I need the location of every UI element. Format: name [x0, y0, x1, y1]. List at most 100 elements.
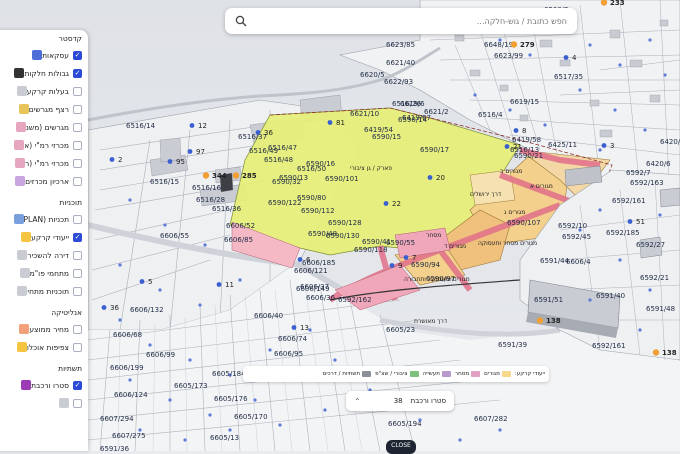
transaction-marker-dot[interactable] — [427, 175, 433, 180]
transaction-count-label[interactable]: 97 — [196, 148, 205, 156]
parcel-number-label: 6590/122 — [268, 199, 302, 207]
transaction-marker-dot[interactable] — [504, 144, 510, 149]
panel-section-header[interactable]: תוכניות⌃ — [0, 194, 88, 210]
transaction-marker-dot[interactable] — [167, 159, 173, 164]
search-bar[interactable] — [225, 8, 577, 34]
transaction-marker-dot[interactable] — [513, 128, 519, 133]
transaction-marker-dot[interactable] — [232, 172, 240, 179]
layer-toggle-row[interactable]: מגרשים (משנ — [0, 118, 88, 136]
transaction-count-label[interactable]: 4 — [572, 54, 577, 62]
layer-checkbox[interactable] — [73, 324, 82, 334]
bottom-action-button[interactable]: CLOSE — [386, 440, 416, 454]
transaction-marker-dot[interactable] — [139, 279, 145, 284]
layer-toggle-row[interactable]: רצף מגרשים — [0, 100, 88, 118]
transaction-count-label[interactable]: 2 — [118, 156, 122, 164]
transaction-count-label[interactable]: 36 — [264, 129, 273, 137]
search-icon[interactable] — [231, 11, 251, 31]
transaction-marker-dot[interactable] — [563, 55, 569, 60]
panel-section-header[interactable]: תשתיות⌃ — [0, 360, 88, 376]
layer-toggle-row[interactable]: ✓ עסקאות — [0, 46, 88, 64]
transaction-count-label[interactable]: 11 — [225, 281, 234, 289]
transaction-count-label[interactable]: 95 — [176, 158, 185, 166]
transaction-count-label[interactable]: 7 — [412, 254, 416, 262]
transaction-count-label[interactable]: 22 — [392, 200, 401, 208]
layer-checkbox[interactable] — [73, 104, 82, 114]
layer-toggle-row[interactable]: ✓ גבולות חלקות — [0, 64, 88, 82]
layer-checkbox[interactable] — [73, 398, 82, 408]
layer-toggle-row[interactable]: מכרזי רמ"י (א — [0, 136, 88, 154]
transaction-marker-dot[interactable] — [536, 317, 544, 324]
transaction-count-label[interactable]: 51 — [636, 218, 645, 226]
transaction-marker-dot[interactable] — [216, 282, 222, 287]
chevron-up-icon[interactable]: ⌃ — [354, 397, 361, 406]
layer-checkbox[interactable]: ✓ — [73, 50, 82, 60]
layer-checkbox[interactable]: ✓ — [73, 232, 82, 242]
transaction-marker-dot[interactable] — [101, 305, 107, 310]
layer-toggle-row[interactable]: מכרזי רמ"י (ר — [0, 154, 88, 172]
panel-section-header[interactable]: קדסטר⌃ — [0, 30, 88, 46]
layer-selector[interactable]: סטרו ורכבת 38 ⌃ — [346, 391, 454, 411]
parcel-number-label: 6590/118 — [354, 246, 388, 254]
layer-checkbox[interactable] — [73, 342, 82, 352]
layer-toggle-row[interactable]: בעלות קרקע — [0, 82, 88, 100]
transaction-marker-dot[interactable] — [389, 263, 395, 268]
transaction-count-label[interactable]: 8 — [522, 127, 526, 135]
transaction-marker-dot[interactable] — [627, 219, 633, 224]
layer-toggle-row[interactable]: תוכניות מתחי — [0, 282, 88, 300]
layer-checkbox[interactable] — [73, 122, 82, 132]
layer-swatch-icon — [19, 324, 30, 334]
panel-section-header[interactable]: אנליטיקה⌃ — [0, 304, 88, 320]
transaction-count-label[interactable]: 279 — [520, 41, 535, 49]
layer-toggle-row[interactable]: תכניות (PLAN — [0, 210, 88, 228]
transaction-count-label[interactable]: 12 — [198, 122, 207, 130]
transaction-marker-dot[interactable] — [187, 149, 193, 154]
transaction-count-label[interactable]: 3 — [610, 142, 614, 150]
layer-checkbox[interactable] — [73, 250, 82, 260]
layer-checkbox[interactable]: ✓ — [73, 380, 82, 390]
transaction-count-label[interactable]: 233 — [610, 0, 625, 7]
layer-checkbox[interactable] — [73, 286, 82, 296]
map-canvas[interactable]: 6648/196621/786648/406500/26623/856621/4… — [0, 0, 680, 451]
transaction-count-label[interactable]: 36 — [110, 304, 119, 312]
transaction-count-label[interactable]: 6 — [306, 256, 311, 264]
layer-checkbox[interactable] — [73, 140, 82, 150]
transaction-marker-dot[interactable] — [327, 120, 333, 125]
layer-checkbox[interactable]: ✓ — [73, 68, 82, 78]
transaction-marker-dot[interactable] — [403, 255, 409, 260]
transaction-marker-dot[interactable] — [383, 201, 389, 206]
layer-checkbox[interactable] — [73, 214, 82, 224]
transaction-count-label[interactable]: 138 — [662, 349, 677, 357]
transaction-count-label[interactable]: 81 — [336, 119, 345, 127]
transaction-marker-dot[interactable] — [189, 123, 195, 128]
transaction-count-label[interactable]: 21 — [513, 143, 522, 151]
transaction-marker-dot[interactable] — [652, 349, 660, 356]
layer-checkbox[interactable] — [73, 158, 82, 168]
transaction-count-label[interactable]: 138 — [546, 317, 561, 325]
transaction-marker-dot[interactable] — [255, 130, 261, 135]
transaction-marker-dot[interactable] — [202, 172, 210, 179]
layer-toggle-row[interactable] — [0, 394, 88, 412]
transaction-count-label[interactable]: 20 — [436, 174, 445, 182]
search-input[interactable] — [251, 9, 577, 33]
layer-toggle-row[interactable]: צפיפות אוכלו — [0, 338, 88, 356]
transaction-count-label[interactable]: 9 — [398, 262, 402, 270]
transaction-marker-dot[interactable] — [109, 157, 115, 162]
layer-toggle-row[interactable]: מתחמי פו"מ — [0, 264, 88, 282]
layer-toggle-row[interactable]: ✓ ייעודי קרקע — [0, 228, 88, 246]
parcel-number-label: 6516/26 — [392, 100, 422, 108]
layer-checkbox[interactable] — [73, 86, 82, 96]
layer-toggle-row[interactable]: ✓ סטרו ורכבת — [0, 376, 88, 394]
transaction-count-label[interactable]: 285 — [242, 172, 257, 180]
layer-toggle-row[interactable]: מחיר ממוצע — [0, 320, 88, 338]
layer-checkbox[interactable] — [73, 268, 82, 278]
layer-toggle-row[interactable]: דירה להשכיר — [0, 246, 88, 264]
transaction-marker-dot[interactable] — [510, 41, 518, 48]
transaction-marker-dot[interactable] — [297, 257, 303, 262]
transaction-marker-dot[interactable] — [601, 143, 607, 148]
transaction-count-label[interactable]: 5 — [148, 278, 152, 286]
transaction-count-label[interactable]: 344 — [212, 172, 227, 180]
transaction-count-label[interactable]: 13 — [300, 324, 309, 332]
layer-toggle-row[interactable]: ארכיון מכרזים — [0, 172, 88, 190]
layer-checkbox[interactable] — [73, 176, 82, 186]
transaction-marker-dot[interactable] — [291, 325, 297, 330]
